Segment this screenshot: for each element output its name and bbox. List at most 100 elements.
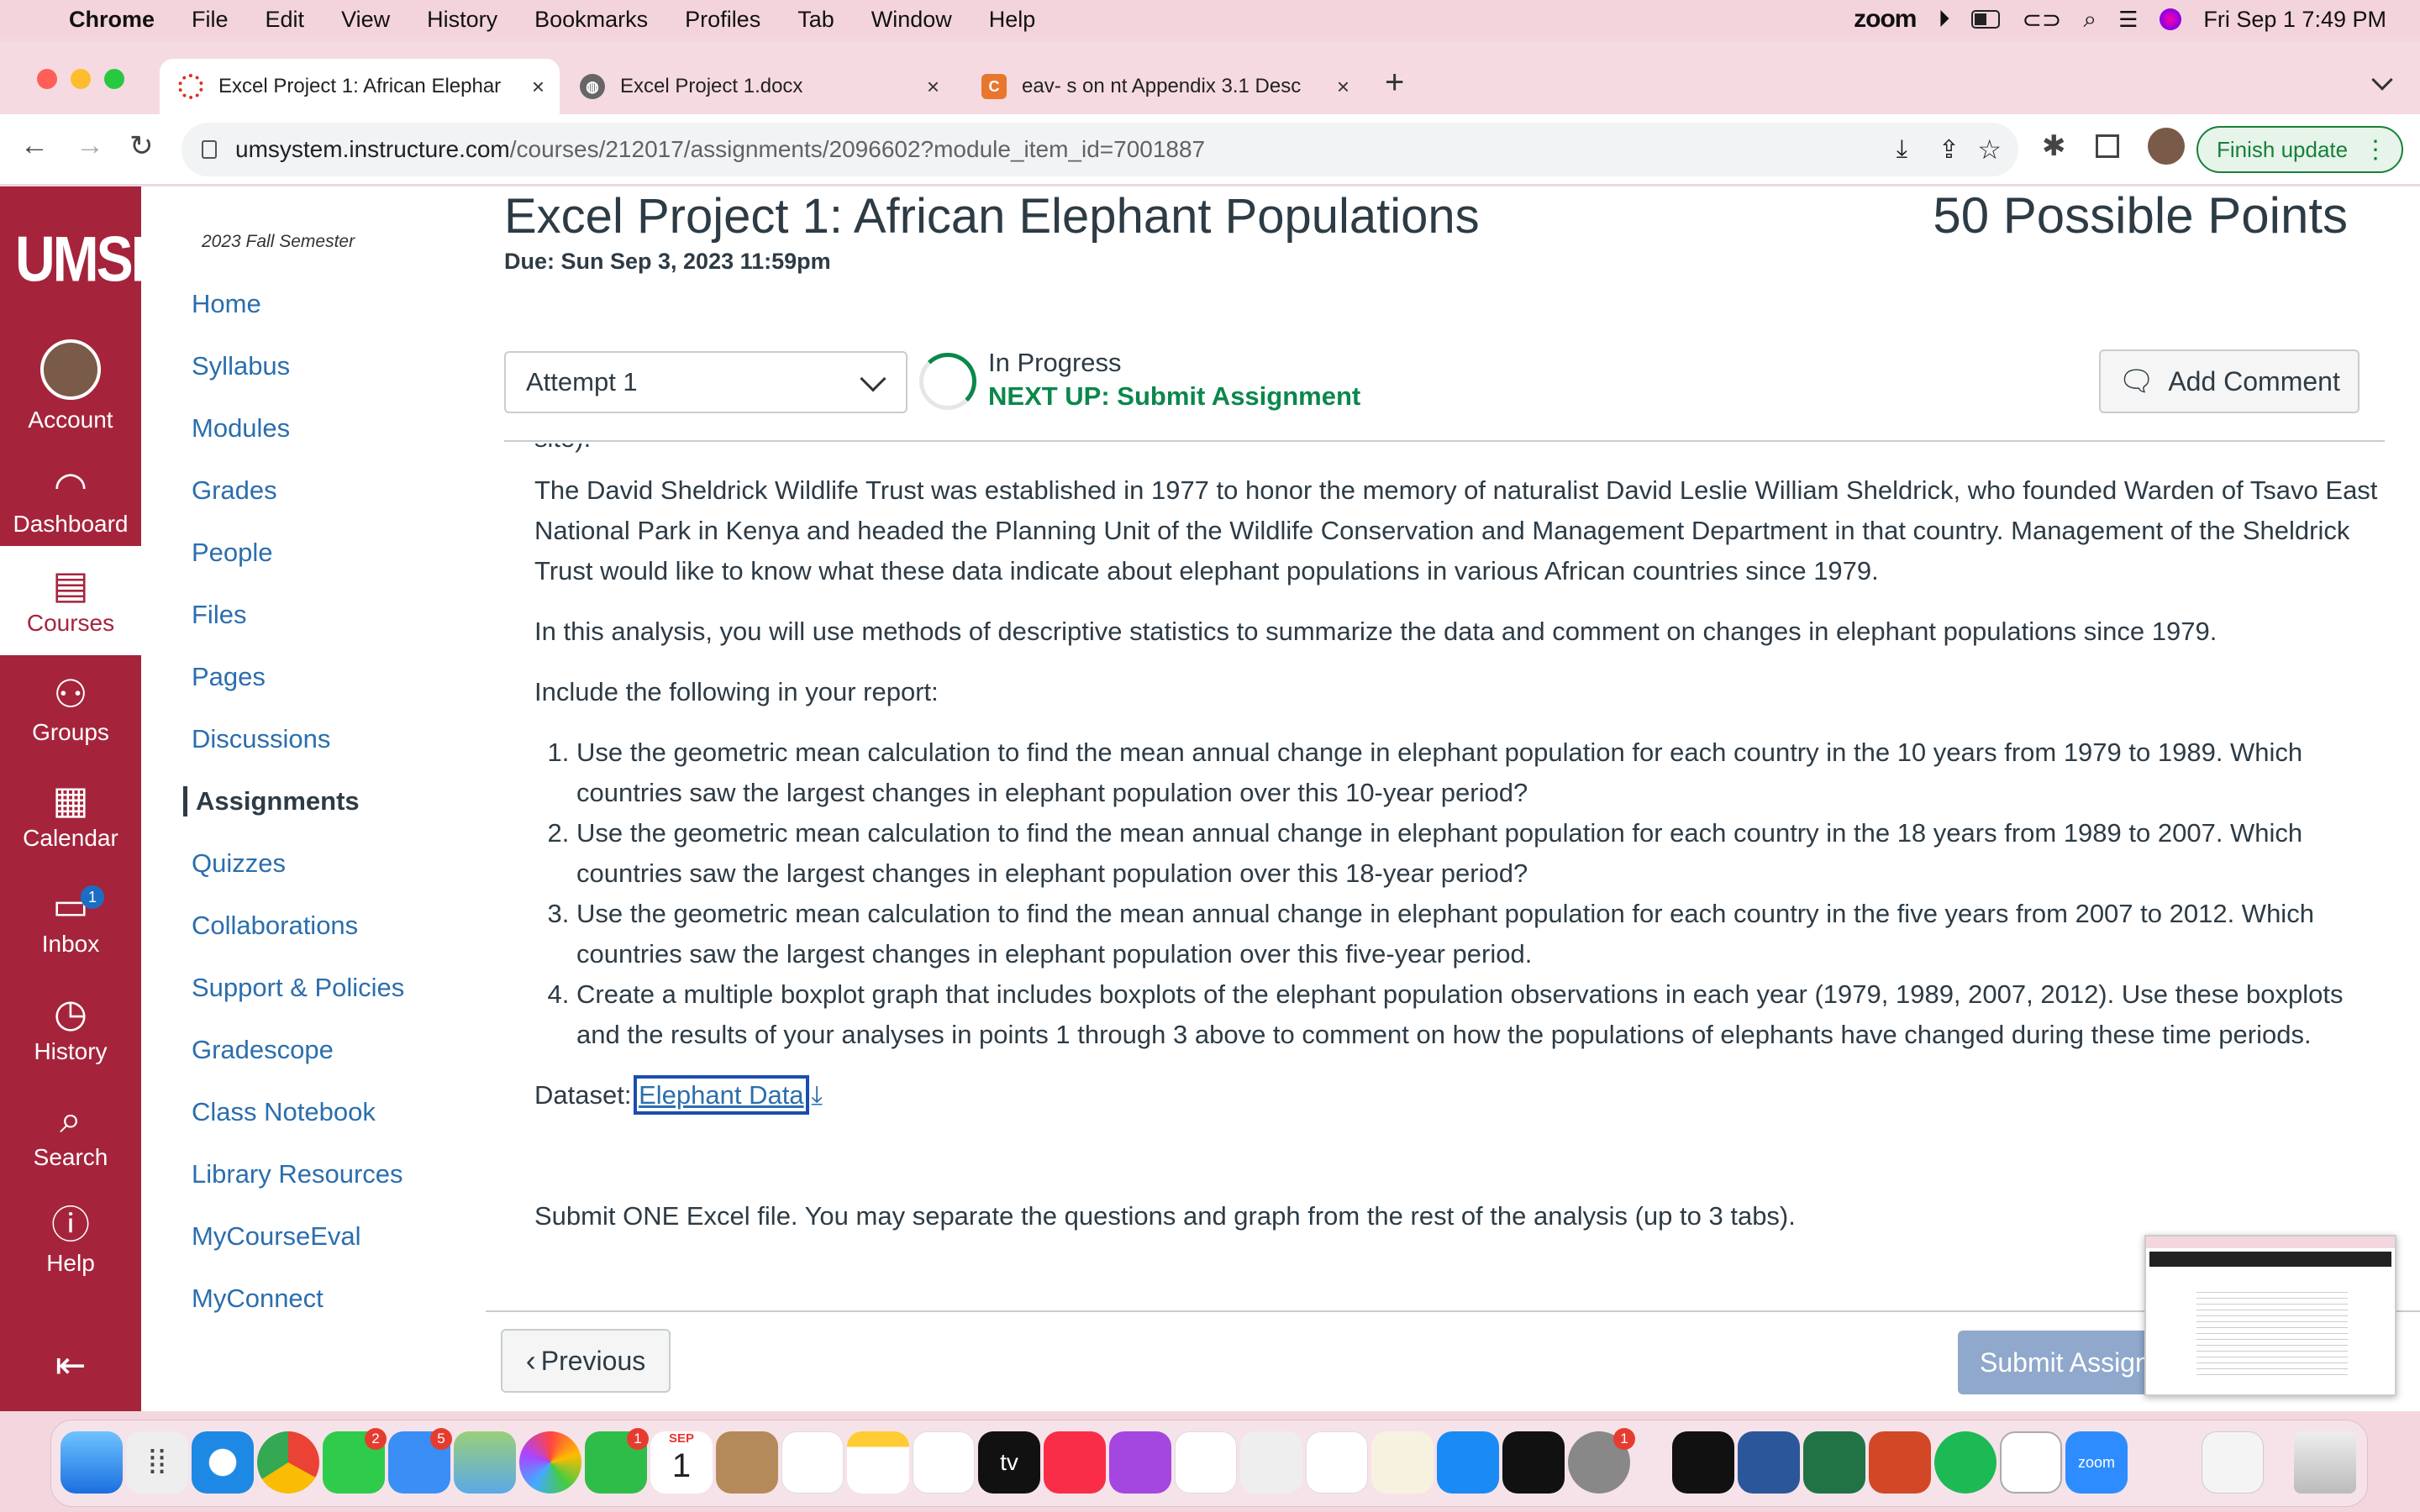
- course-nav-syllabus[interactable]: Syllabus: [192, 351, 290, 381]
- course-nav-gradescope[interactable]: Gradescope: [192, 1035, 334, 1065]
- extensions-icon[interactable]: ✱: [2042, 129, 2066, 163]
- finder-icon[interactable]: [60, 1431, 123, 1494]
- course-nav-modules[interactable]: Modules: [192, 413, 290, 444]
- control-center-icon[interactable]: ☰: [2118, 7, 2138, 33]
- search-icon[interactable]: ⌕: [2083, 6, 2096, 34]
- course-nav-class-notebook[interactable]: Class Notebook: [192, 1097, 376, 1127]
- elephant-data-link[interactable]: Elephant Data: [634, 1075, 809, 1115]
- tab-appendix[interactable]: C eav- s on nt Appendix 3.1 Desc ×: [963, 59, 1365, 114]
- new-tab-icon[interactable]: +: [1385, 64, 1404, 102]
- global-nav-dashboard[interactable]: ◠ Dashboard: [0, 464, 141, 538]
- keynote-icon[interactable]: [1240, 1431, 1302, 1494]
- course-nav-mycourseeval[interactable]: MyCourseEval: [192, 1221, 361, 1252]
- forward-icon[interactable]: →: [76, 129, 104, 162]
- minimize-window-icon[interactable]: [71, 69, 91, 89]
- play-icon[interactable]: ⏵: [1938, 6, 1949, 34]
- word-icon[interactable]: [1738, 1431, 1800, 1494]
- notes-icon[interactable]: [847, 1431, 909, 1494]
- global-nav-help[interactable]: ⓘ Help: [0, 1203, 141, 1277]
- course-nav-pages[interactable]: Pages: [192, 662, 266, 692]
- course-nav-home[interactable]: Home: [192, 289, 261, 319]
- maps-icon[interactable]: [454, 1431, 516, 1494]
- contacts-icon[interactable]: [716, 1431, 778, 1494]
- calendar-app-icon[interactable]: SEP 1: [650, 1431, 713, 1494]
- bookmark-star-icon[interactable]: ☆: [1977, 134, 2002, 165]
- excel-icon[interactable]: [1803, 1431, 1865, 1494]
- course-nav-library-resources[interactable]: Library Resources: [192, 1159, 403, 1189]
- share-icon[interactable]: ⇪: [1939, 135, 1960, 165]
- global-nav-calendar[interactable]: ▦ Calendar: [0, 778, 141, 852]
- course-nav-grades[interactable]: Grades: [192, 475, 277, 506]
- spotify-icon[interactable]: [1934, 1431, 1996, 1494]
- collapse-nav-icon[interactable]: ⇤: [0, 1344, 141, 1387]
- screenshot-thumbnail[interactable]: [2144, 1235, 2396, 1396]
- numbers-icon[interactable]: [1306, 1431, 1368, 1494]
- course-nav-people[interactable]: People: [192, 538, 273, 568]
- menu-history[interactable]: History: [427, 7, 497, 33]
- menu-app-name[interactable]: Chrome: [69, 7, 155, 33]
- global-nav-history[interactable]: ◷ History: [0, 991, 141, 1065]
- menu-help[interactable]: Help: [989, 7, 1036, 33]
- document-icon[interactable]: [2000, 1431, 2062, 1494]
- reload-icon[interactable]: ↻: [129, 129, 154, 163]
- course-nav-discussions[interactable]: Discussions: [192, 724, 330, 754]
- music-icon[interactable]: [1044, 1431, 1106, 1494]
- add-comment-button[interactable]: 🗨 Add Comment: [2099, 349, 2360, 413]
- side-panel-icon[interactable]: [2096, 134, 2119, 158]
- menu-file[interactable]: File: [192, 7, 229, 33]
- reminders-icon[interactable]: [781, 1431, 844, 1494]
- tab-excel-project-canvas[interactable]: Excel Project 1: African Elephar ×: [160, 59, 560, 114]
- vpn-app-icon[interactable]: [1502, 1431, 1565, 1494]
- menu-window[interactable]: Window: [871, 7, 952, 33]
- zoom-menubar-icon[interactable]: zoom: [1854, 5, 1917, 34]
- install-icon[interactable]: ⤓: [1897, 135, 1907, 164]
- powerpoint-icon[interactable]: [1869, 1431, 1931, 1494]
- close-window-icon[interactable]: [37, 69, 57, 89]
- course-nav-collaborations[interactable]: Collaborations: [192, 911, 358, 941]
- menu-tab[interactable]: Tab: [797, 7, 834, 33]
- course-nav-files[interactable]: Files: [192, 600, 246, 630]
- zoom-app-icon[interactable]: zoom: [2065, 1431, 2128, 1494]
- global-nav-inbox[interactable]: ▭ 1 Inbox: [0, 884, 141, 958]
- menu-bookmarks[interactable]: Bookmarks: [534, 7, 648, 33]
- siri-icon[interactable]: [2160, 8, 2182, 30]
- podcasts-icon[interactable]: [1109, 1431, 1171, 1494]
- pages-icon[interactable]: [1371, 1431, 1434, 1494]
- course-nav-quizzes[interactable]: Quizzes: [192, 848, 286, 879]
- trash-icon[interactable]: [2294, 1431, 2356, 1494]
- safari-icon[interactable]: [192, 1431, 254, 1494]
- close-tab-icon[interactable]: ×: [927, 74, 939, 100]
- freeform-icon[interactable]: [913, 1431, 975, 1494]
- close-tab-icon[interactable]: ×: [532, 74, 544, 100]
- profile-avatar[interactable]: [2148, 128, 2185, 165]
- lock-icon[interactable]: [202, 140, 217, 159]
- global-nav-search[interactable]: ⌕ Search: [0, 1097, 141, 1171]
- global-nav-account[interactable]: Account: [0, 339, 141, 433]
- course-nav-assignments[interactable]: Assignments: [183, 786, 360, 816]
- link-icon[interactable]: ⊂⊃: [2022, 6, 2061, 34]
- app-store-icon[interactable]: [1437, 1431, 1499, 1494]
- menu-edit[interactable]: Edit: [266, 7, 305, 33]
- downloads-stack-icon[interactable]: [2202, 1431, 2264, 1494]
- launchpad-icon[interactable]: ⁞⁞: [126, 1431, 188, 1494]
- address-bar[interactable]: umsystem.instructure.com/courses/212017/…: [182, 123, 2018, 176]
- apple-tv-icon[interactable]: tv: [978, 1431, 1040, 1494]
- course-nav-support-policies[interactable]: Support & Policies: [192, 973, 404, 1003]
- photos-icon[interactable]: [519, 1431, 581, 1494]
- activity-monitor-icon[interactable]: [1672, 1431, 1734, 1494]
- close-tab-icon[interactable]: ×: [1337, 74, 1349, 100]
- menu-profiles[interactable]: Profiles: [685, 7, 760, 33]
- global-nav-groups[interactable]: ⚇ Groups: [0, 672, 141, 746]
- finish-update-button[interactable]: Finish update ⋮: [2196, 126, 2403, 173]
- menu-view[interactable]: View: [341, 7, 390, 33]
- clock[interactable]: Fri Sep 1 7:49 PM: [2203, 7, 2386, 33]
- course-nav-myconnect[interactable]: MyConnect: [192, 1284, 324, 1314]
- global-nav-courses[interactable]: ▤ Courses: [0, 546, 141, 655]
- chrome-icon[interactable]: [257, 1431, 319, 1494]
- news-icon[interactable]: [1175, 1431, 1237, 1494]
- attempt-select[interactable]: Attempt 1: [504, 351, 908, 413]
- umsl-logo[interactable]: UMSL: [15, 222, 165, 295]
- download-icon[interactable]: ⤓: [811, 1080, 823, 1110]
- maximize-window-icon[interactable]: [104, 69, 124, 89]
- battery-icon[interactable]: [1971, 10, 2001, 29]
